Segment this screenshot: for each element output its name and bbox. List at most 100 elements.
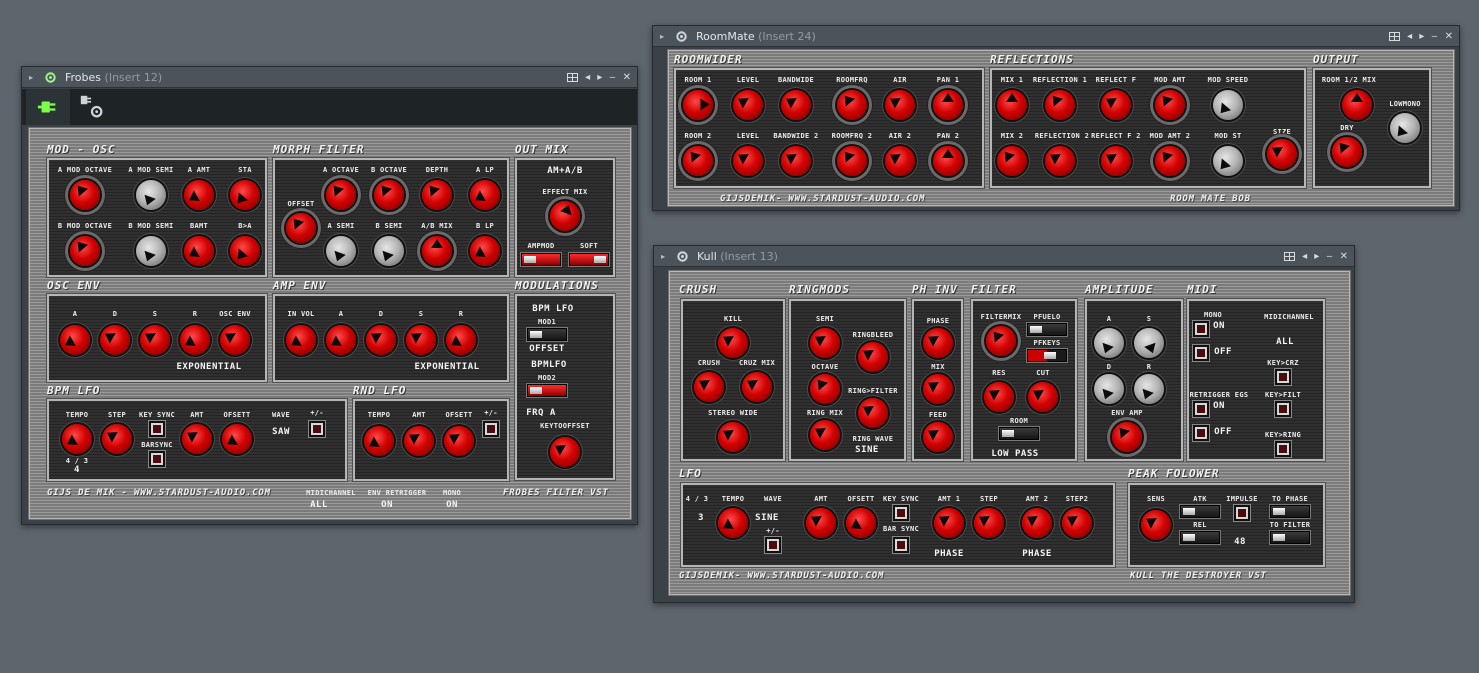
osc-env-s-knob[interactable] <box>140 325 170 355</box>
piano-roll-icon[interactable] <box>1284 252 1296 261</box>
b-octave-knob[interactable] <box>374 180 404 210</box>
roomfrq-knob[interactable] <box>837 90 867 120</box>
ring-wave-value[interactable]: SINE <box>855 445 879 455</box>
air2-knob[interactable] <box>885 146 915 176</box>
amp-env-mode[interactable]: EXPONENTIAL <box>414 362 479 372</box>
b-mod-semi-knob[interactable] <box>136 236 166 266</box>
rnd-ofsett-knob[interactable] <box>444 426 474 456</box>
collapse-arrow-icon[interactable]: ▸ <box>660 26 664 47</box>
rnd-invert-checkbox[interactable] <box>483 421 499 437</box>
kill-knob[interactable] <box>718 328 748 358</box>
kull-lfo-amt-knob[interactable] <box>806 508 836 538</box>
level2-knob[interactable] <box>733 146 763 176</box>
lfo-invert-checkbox[interactable] <box>765 537 781 553</box>
atk-slider[interactable] <box>1180 505 1220 518</box>
effect-mix-knob[interactable] <box>550 201 580 231</box>
keytooffset-knob[interactable] <box>550 437 580 467</box>
key-filt-checkbox[interactable] <box>1275 401 1291 417</box>
ringbleed-knob[interactable] <box>858 342 888 372</box>
rnd-tempo-knob[interactable] <box>364 426 394 456</box>
bandwide2-knob[interactable] <box>781 146 811 176</box>
gear-icon[interactable] <box>676 250 689 263</box>
lfo-target2-value[interactable]: PHASE <box>1022 549 1052 559</box>
b-lp-knob[interactable] <box>470 236 500 266</box>
sta-knob[interactable] <box>230 180 260 210</box>
offset-knob[interactable] <box>286 213 316 243</box>
collapse-arrow-icon[interactable]: ▸ <box>29 67 33 88</box>
osc-env-mode[interactable]: EXPONENTIAL <box>176 362 241 372</box>
close-icon[interactable]: ✕ <box>1340 251 1348 262</box>
lfo-amt-knob[interactable] <box>182 424 212 454</box>
amp-s-knob[interactable] <box>1134 328 1164 358</box>
cruz-mix-knob[interactable] <box>742 372 772 402</box>
b-a-knob[interactable] <box>230 236 260 266</box>
close-icon[interactable]: ✕ <box>623 72 631 83</box>
key-sync-checkbox[interactable] <box>149 421 165 437</box>
next-preset-icon[interactable]: ▸ <box>1314 251 1319 262</box>
a-amt-knob[interactable] <box>184 180 214 210</box>
next-preset-icon[interactable]: ▸ <box>1419 31 1424 42</box>
mix2-knob[interactable] <box>997 146 1027 176</box>
amp-env-r-knob[interactable] <box>446 325 476 355</box>
key-crz-checkbox[interactable] <box>1275 369 1291 385</box>
sens-knob[interactable] <box>1141 510 1171 540</box>
room-switch[interactable] <box>999 427 1039 440</box>
pan1-knob[interactable] <box>933 90 963 120</box>
key-ring-checkbox[interactable] <box>1275 441 1291 457</box>
barsync-checkbox[interactable] <box>149 451 165 467</box>
feed-knob[interactable] <box>923 422 953 452</box>
ampmod-switch[interactable] <box>521 253 561 266</box>
kull-lfo-ofsett-knob[interactable] <box>846 508 876 538</box>
osc-env-amount-knob[interactable] <box>220 325 250 355</box>
pan2-knob[interactable] <box>933 146 963 176</box>
reflectf2-knob[interactable] <box>1101 146 1131 176</box>
ring-mix-knob[interactable] <box>810 420 840 450</box>
modamt2-knob[interactable] <box>1155 146 1185 176</box>
midi-channel-value[interactable]: ALL <box>1276 337 1294 347</box>
rnd-amt-knob[interactable] <box>404 426 434 456</box>
lfo-ofsett-knob[interactable] <box>222 424 252 454</box>
tab-plugin[interactable] <box>26 89 70 125</box>
kull-titlebar[interactable]: ▸ Kull (Insert 13) ◂ ▸ ‒ ✕ <box>654 246 1354 267</box>
retrigger-on-checkbox[interactable] <box>1193 401 1209 417</box>
ab-mix-knob[interactable] <box>422 236 452 266</box>
filter-type-value[interactable]: LOW PASS <box>991 449 1038 459</box>
lowmono-knob[interactable] <box>1390 113 1420 143</box>
amp-env-s-knob[interactable] <box>406 325 436 355</box>
pfuelo-switch[interactable] <box>1027 323 1067 336</box>
minimize-icon[interactable]: ‒ <box>609 72 615 83</box>
soft-switch[interactable] <box>569 253 609 266</box>
next-preset-icon[interactable]: ▸ <box>597 72 602 83</box>
plugin-settings-icon[interactable] <box>78 93 106 121</box>
minimize-icon[interactable]: ‒ <box>1326 251 1332 262</box>
kull-bar-sync-checkbox[interactable] <box>893 537 909 553</box>
close-icon[interactable]: ✕ <box>1445 31 1453 42</box>
depth-knob[interactable] <box>422 180 452 210</box>
a-mod-semi-knob[interactable] <box>136 180 166 210</box>
room1-knob[interactable] <box>683 90 713 120</box>
lfo-amt2-knob[interactable] <box>1022 508 1052 538</box>
to-filter-slider[interactable] <box>1270 531 1310 544</box>
modamt-knob[interactable] <box>1155 90 1185 120</box>
mono-off-checkbox[interactable] <box>1193 345 1209 361</box>
reflection1-knob[interactable] <box>1045 90 1075 120</box>
pfkeys-switch[interactable] <box>1027 349 1067 362</box>
amp-a-knob[interactable] <box>1094 328 1124 358</box>
modst-knob[interactable] <box>1213 146 1243 176</box>
ring-octave-knob[interactable] <box>810 374 840 404</box>
modspeed-knob[interactable] <box>1213 90 1243 120</box>
mono-on-checkbox[interactable] <box>1193 321 1209 337</box>
midichannel-value[interactable]: ALL <box>310 500 328 510</box>
lfo-invert-checkbox[interactable] <box>309 421 325 437</box>
ph-mix-knob[interactable] <box>923 374 953 404</box>
lfo-amt1-knob[interactable] <box>934 508 964 538</box>
prev-preset-icon[interactable]: ◂ <box>1302 251 1307 262</box>
roommate-titlebar[interactable]: ▸ RoomMate (Insert 24) ◂ ▸ ‒ ✕ <box>653 26 1459 47</box>
piano-roll-icon[interactable] <box>1389 32 1401 41</box>
room2-knob[interactable] <box>683 146 713 176</box>
impulse-checkbox[interactable] <box>1234 505 1250 521</box>
osc-env-d-knob[interactable] <box>100 325 130 355</box>
bamt-knob[interactable] <box>184 236 214 266</box>
mod2-switch[interactable] <box>527 384 567 397</box>
lfo-step-knob[interactable] <box>974 508 1004 538</box>
